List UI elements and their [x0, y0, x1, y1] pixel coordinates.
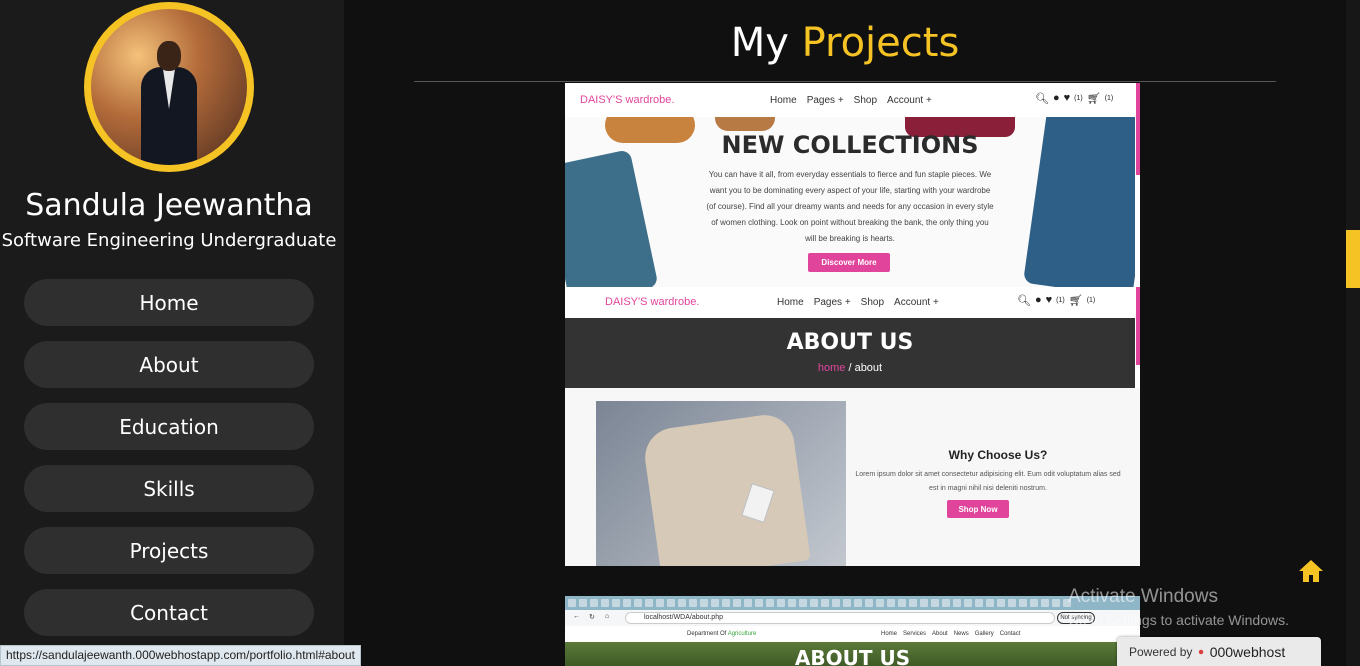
- webhost-logo-icon: 🞄: [1198, 642, 1204, 660]
- site-link-account: Account +: [894, 297, 939, 308]
- about-body: Why Choose Us? Lorem ipsum dolor sit ame…: [565, 388, 1140, 566]
- why-choose-text: Lorem ipsum dolor sit amet consectetur a…: [855, 471, 1121, 492]
- site-links: Home Pages + Shop Account +: [770, 95, 932, 106]
- profile-subtitle: Software Engineering Undergraduate: [1, 230, 337, 251]
- nav-projects-button[interactable]: Projects: [24, 527, 314, 574]
- breadcrumb-current: / about: [845, 362, 883, 374]
- site-link-shop: Shop: [853, 95, 878, 106]
- back-icon: ←: [573, 613, 580, 620]
- wishlist-count: (1): [1074, 95, 1083, 102]
- discover-more-button: Discover More: [808, 253, 890, 272]
- agri-hero: ABOUT US: [565, 642, 1140, 666]
- search-icon: 🔍︎: [1017, 295, 1031, 307]
- home-icon[interactable]: [1297, 558, 1325, 584]
- browser-addressbar: ← ↻ ⌂ localhost/WDA/about.php Not syncin…: [565, 610, 1140, 626]
- cart-count: (1): [1086, 297, 1096, 304]
- project-screenshot-daisys-wardrobe[interactable]: DAISY'S wardrobe. Home Pages + Shop Acco…: [565, 83, 1140, 566]
- site-logo-2: DAISY'S wardrobe.: [605, 296, 700, 308]
- breadcrumb-home: home: [817, 362, 846, 374]
- powered-by-badge[interactable]: Powered by 🞄 000webhost: [1117, 637, 1321, 666]
- hero-text: You can have it all, from everyday essen…: [706, 170, 994, 243]
- heart-icon: ♥: [1063, 92, 1071, 104]
- site-link-shop: Shop: [860, 297, 885, 308]
- page-title-accent: Projects: [801, 20, 960, 66]
- status-bar-url: https://sandulajeewanth.000webhostapp.co…: [0, 645, 361, 666]
- why-choose-title: Why Choose Us?: [948, 448, 1048, 462]
- site-link-home: Home: [777, 297, 804, 308]
- about-title: ABOUT US: [786, 330, 914, 355]
- powered-by-label: Powered by: [1129, 644, 1193, 659]
- cart-count: (1): [1104, 95, 1114, 102]
- title-divider: [414, 81, 1276, 82]
- nav-skills-button[interactable]: Skills: [24, 465, 314, 512]
- shop-now-button: Shop Now: [947, 500, 1009, 518]
- site-link-pages: Pages +: [813, 297, 851, 308]
- nav-education-button[interactable]: Education: [24, 403, 314, 450]
- home-icon: ⌂: [605, 613, 610, 620]
- scrollbar-track[interactable]: [1346, 0, 1360, 666]
- activate-windows-title: Activate Windows: [1068, 586, 1218, 607]
- browser-tabbar: [565, 596, 1140, 610]
- avatar-photo: [91, 9, 247, 165]
- site-link-pages: Pages +: [806, 95, 844, 106]
- site-navbar-2: DAISY'S wardrobe. Home Pages + Shop Acco…: [565, 287, 1140, 318]
- reload-icon: ↻: [589, 614, 595, 621]
- nav-home-button[interactable]: Home: [24, 279, 314, 326]
- nav-contact-button[interactable]: Contact: [24, 589, 314, 636]
- cart-icon: 🛒︎: [1068, 295, 1083, 307]
- wishlist-count: (1): [1056, 297, 1065, 304]
- scrollbar-thumb[interactable]: [1346, 230, 1360, 288]
- pink-scroll-accent: [1136, 83, 1140, 175]
- powered-by-brand: 000webhost: [1209, 643, 1286, 660]
- site-links-2: Home Pages + Shop Account +: [777, 297, 939, 308]
- site-link-account: Account +: [887, 95, 932, 106]
- agri-links: Home Services About News Gallery Contact: [881, 631, 1021, 637]
- agri-hero-title: ABOUT US: [794, 646, 911, 666]
- hero-title: NEW COLLECTIONS: [721, 131, 979, 159]
- breadcrumb: home / about: [565, 362, 1135, 374]
- avatar: [84, 2, 254, 172]
- pink-scroll-accent-2: [1136, 287, 1140, 365]
- site-icons: 🔍︎ ● ♥ (1) 🛒︎ (1): [1035, 92, 1113, 105]
- agri-logo: Department Of Agriculture: [687, 631, 757, 637]
- search-icon: 🔍︎: [1035, 93, 1049, 105]
- site-navbar: DAISY'S wardrobe. Home Pages + Shop Acco…: [565, 83, 1140, 117]
- shoe-image: [715, 117, 775, 131]
- about-banner: ABOUT US home / about: [565, 318, 1135, 388]
- cart-icon: 🛒︎: [1086, 93, 1101, 105]
- jeans-image: [565, 149, 659, 287]
- tshirt-image: [596, 401, 846, 566]
- hero-section: NEW COLLECTIONS You can have it all, fro…: [565, 117, 1135, 287]
- sidebar: Sandula Jeewantha Software Engineering U…: [0, 0, 344, 666]
- activate-windows-subtitle: Go to Settings to activate Windows.: [1068, 612, 1289, 628]
- project-screenshot-agriculture[interactable]: ← ↻ ⌂ localhost/WDA/about.php Not syncin…: [565, 596, 1140, 666]
- address-field: localhost/WDA/about.php: [625, 612, 1055, 624]
- site-link-home: Home: [770, 95, 797, 106]
- heart-icon: ♥: [1045, 294, 1053, 306]
- page-title-prefix: My: [730, 20, 789, 66]
- user-icon: ●: [1052, 92, 1060, 104]
- nav-about-button[interactable]: About: [24, 341, 314, 388]
- site-icons-2: 🔍︎ ● ♥ (1) 🛒︎ (1): [1017, 294, 1095, 307]
- site-logo: DAISY'S wardrobe.: [580, 94, 675, 106]
- user-icon: ●: [1034, 294, 1042, 306]
- agri-navbar: Department Of Agriculture Home Services …: [565, 626, 1140, 642]
- profile-name: Sandula Jeewantha: [25, 188, 313, 223]
- page-title: My Projects: [560, 20, 1130, 66]
